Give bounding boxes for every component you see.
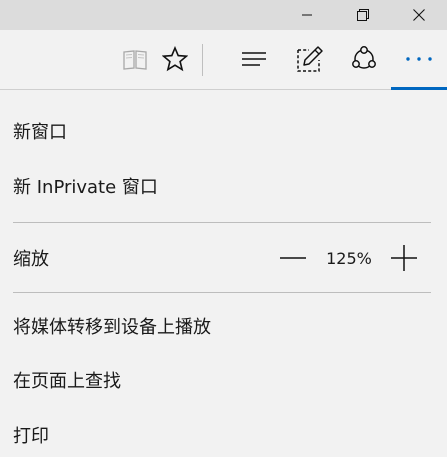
favorites-button[interactable] <box>156 30 194 88</box>
menu-item-find-on-page[interactable]: 在页面上查找 <box>0 358 447 402</box>
web-note-button[interactable] <box>288 30 332 88</box>
plus-icon <box>391 245 417 271</box>
zoom-out-button[interactable] <box>278 242 308 274</box>
menu-item-print[interactable]: 打印 <box>0 413 447 457</box>
menu-item-label: 打印 <box>13 426 49 447</box>
zoom-value: 125% <box>326 248 372 268</box>
more-actions-button[interactable] <box>391 30 447 88</box>
share-button[interactable] <box>342 30 386 88</box>
restore-icon <box>357 9 369 21</box>
ellipsis-icon <box>406 57 432 61</box>
hub-lines-icon <box>242 52 266 66</box>
title-bar <box>0 0 447 30</box>
zoom-label: 缩放 <box>13 249 49 270</box>
menu-item-label: 在页面上查找 <box>13 371 121 392</box>
menu-item-label: 将媒体转移到设备上播放 <box>13 317 211 338</box>
zoom-row: 缩放 125% <box>0 236 447 280</box>
menu-item-cast-media[interactable]: 将媒体转移到设备上播放 <box>0 304 447 348</box>
menu-item-new-inprivate-window[interactable]: 新 InPrivate 窗口 <box>0 164 447 208</box>
restore-button[interactable] <box>335 0 391 30</box>
reading-view-button[interactable] <box>114 30 156 88</box>
share-icon <box>352 46 376 69</box>
hub-button[interactable] <box>232 30 276 88</box>
more-actions-menu: 新窗口 新 InPrivate 窗口 缩放 125% 将媒体转移到设备上播放 在… <box>0 90 447 455</box>
menu-item-new-window[interactable]: 新窗口 <box>0 109 447 153</box>
browser-toolbar <box>0 30 447 90</box>
minimize-button[interactable] <box>279 0 335 30</box>
book-icon <box>123 50 147 70</box>
minimize-icon <box>302 14 312 16</box>
star-icon <box>162 46 188 72</box>
zoom-in-button[interactable] <box>389 242 419 274</box>
pen-note-icon <box>297 46 323 72</box>
menu-item-label: 新 InPrivate 窗口 <box>13 177 158 198</box>
menu-item-label: 新窗口 <box>13 122 67 143</box>
toolbar-separator <box>202 44 203 76</box>
menu-divider <box>13 222 431 223</box>
close-icon <box>413 9 425 21</box>
minus-icon <box>280 257 306 259</box>
menu-divider <box>13 292 431 293</box>
close-button[interactable] <box>391 0 447 30</box>
